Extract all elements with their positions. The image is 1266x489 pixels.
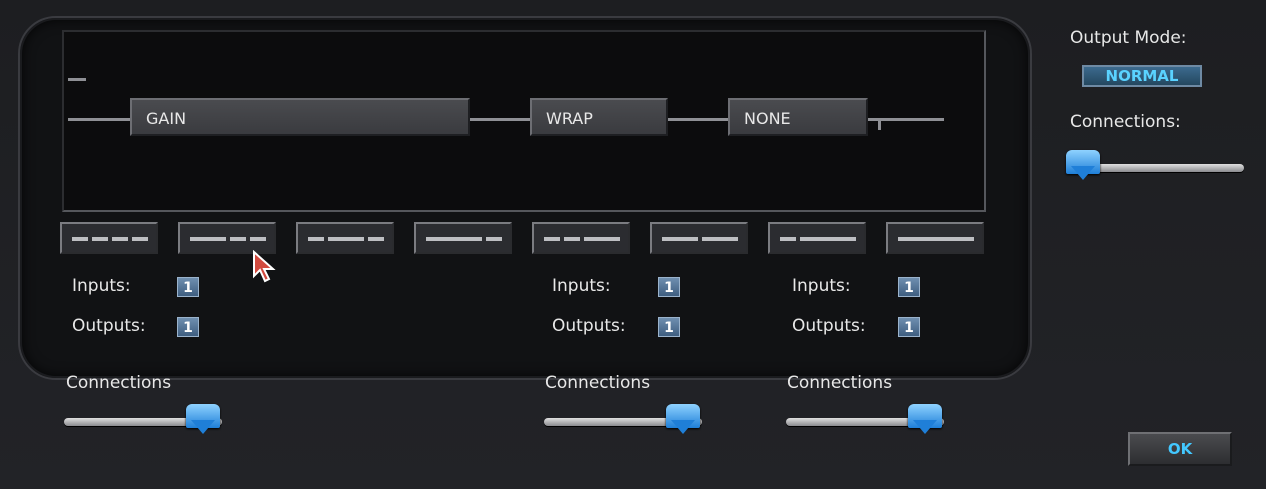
preset-segment (702, 237, 738, 241)
outputs-label: Outputs: (792, 316, 866, 336)
preset-button-7[interactable] (768, 222, 866, 254)
wire-out-tick (878, 118, 881, 130)
output-mode-selector[interactable]: NORMAL (1082, 65, 1202, 87)
routing-block-none[interactable]: NONE (728, 98, 868, 136)
preset-segment (132, 237, 148, 241)
outputs-value[interactable]: 1 (177, 317, 199, 337)
outputs-value[interactable]: 1 (658, 317, 680, 337)
preset-segment (486, 237, 502, 241)
inputs-value[interactable]: 1 (177, 277, 199, 297)
preset-segment (898, 237, 974, 241)
connections-label: Connections (66, 373, 172, 393)
inputs-label: Inputs: (792, 276, 851, 296)
preset-segment (368, 237, 384, 241)
wire-wrap-none (668, 118, 728, 121)
connections-slider-thumb[interactable] (908, 404, 942, 434)
connections-label: Connections (545, 373, 651, 393)
ok-button[interactable]: OK (1128, 432, 1232, 466)
dialog-window: GAIN WRAP NONE Inputs: 1 Outputs: 1 Inpu… (0, 0, 1266, 489)
preset-segment (564, 237, 580, 241)
routing-block-gain[interactable]: GAIN (130, 98, 470, 136)
outputs-label: Outputs: (72, 316, 146, 336)
preset-segment (190, 237, 226, 241)
preset-segment (584, 237, 620, 241)
preset-segment (544, 237, 560, 241)
outputs-value[interactable]: 1 (898, 317, 920, 337)
preset-segment (308, 237, 324, 241)
preset-segment (112, 237, 128, 241)
preset-button-1[interactable] (60, 222, 158, 254)
output-mode-label: Output Mode: (1070, 28, 1187, 48)
preset-segment (230, 237, 246, 241)
preset-button-5[interactable] (532, 222, 630, 254)
preset-segment (426, 237, 482, 241)
input-indicator (68, 78, 86, 81)
wire-in (68, 118, 130, 121)
inputs-value[interactable]: 1 (898, 277, 920, 297)
side-connections-slider-thumb[interactable] (1066, 150, 1100, 180)
connections-slider-thumb[interactable] (666, 404, 700, 434)
preset-segment (800, 237, 856, 241)
routing-display: GAIN WRAP NONE (62, 30, 986, 212)
preset-segment (92, 237, 108, 241)
wire-gain-wrap (470, 118, 530, 121)
inputs-label: Inputs: (552, 276, 611, 296)
connections-label: Connections: (1070, 112, 1181, 132)
preset-segment (662, 237, 698, 241)
preset-button-8[interactable] (886, 222, 984, 254)
outputs-label: Outputs: (552, 316, 626, 336)
preset-segment (328, 237, 364, 241)
preset-segment (72, 237, 88, 241)
preset-segment (250, 237, 266, 241)
preset-segment (780, 237, 796, 241)
preset-button-6[interactable] (650, 222, 748, 254)
preset-button-3[interactable] (296, 222, 394, 254)
inputs-value[interactable]: 1 (658, 277, 680, 297)
inputs-label: Inputs: (72, 276, 131, 296)
routing-block-wrap[interactable]: WRAP (530, 98, 668, 136)
preset-button-4[interactable] (414, 222, 512, 254)
connections-slider-thumb[interactable] (186, 404, 220, 434)
connections-label: Connections (787, 373, 893, 393)
